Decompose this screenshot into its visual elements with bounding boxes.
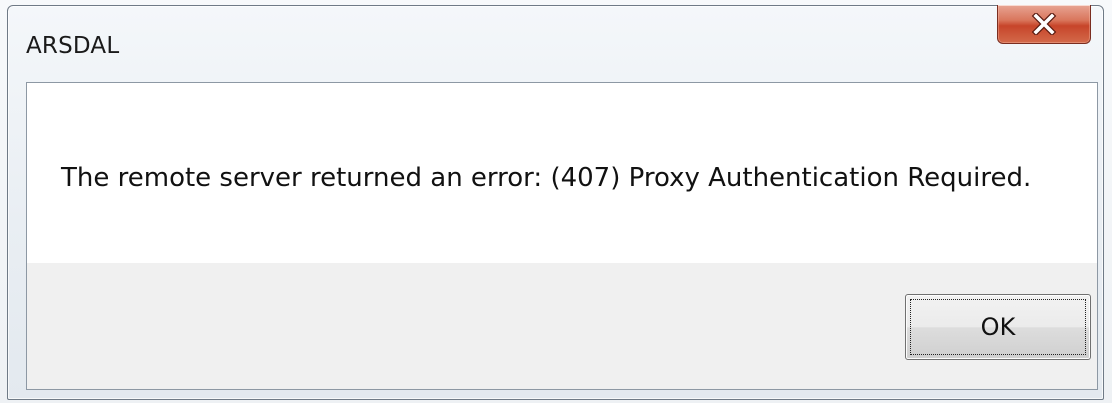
close-icon bbox=[1031, 13, 1057, 35]
dialog-window: ARSDAL The remote server returned an err… bbox=[7, 5, 1104, 400]
ok-button-label: OK bbox=[980, 313, 1016, 341]
close-button[interactable] bbox=[997, 5, 1091, 44]
title-bar[interactable]: ARSDAL bbox=[8, 5, 1103, 82]
ok-button[interactable]: OK bbox=[905, 294, 1091, 360]
window-title: ARSDAL bbox=[26, 33, 120, 59]
button-area: OK bbox=[27, 263, 1097, 389]
dialog-content: The remote server returned an error: (40… bbox=[26, 82, 1098, 390]
error-message: The remote server returned an error: (40… bbox=[61, 163, 1032, 193]
screen: ARSDAL The remote server returned an err… bbox=[0, 0, 1112, 403]
message-area: The remote server returned an error: (40… bbox=[27, 83, 1097, 263]
